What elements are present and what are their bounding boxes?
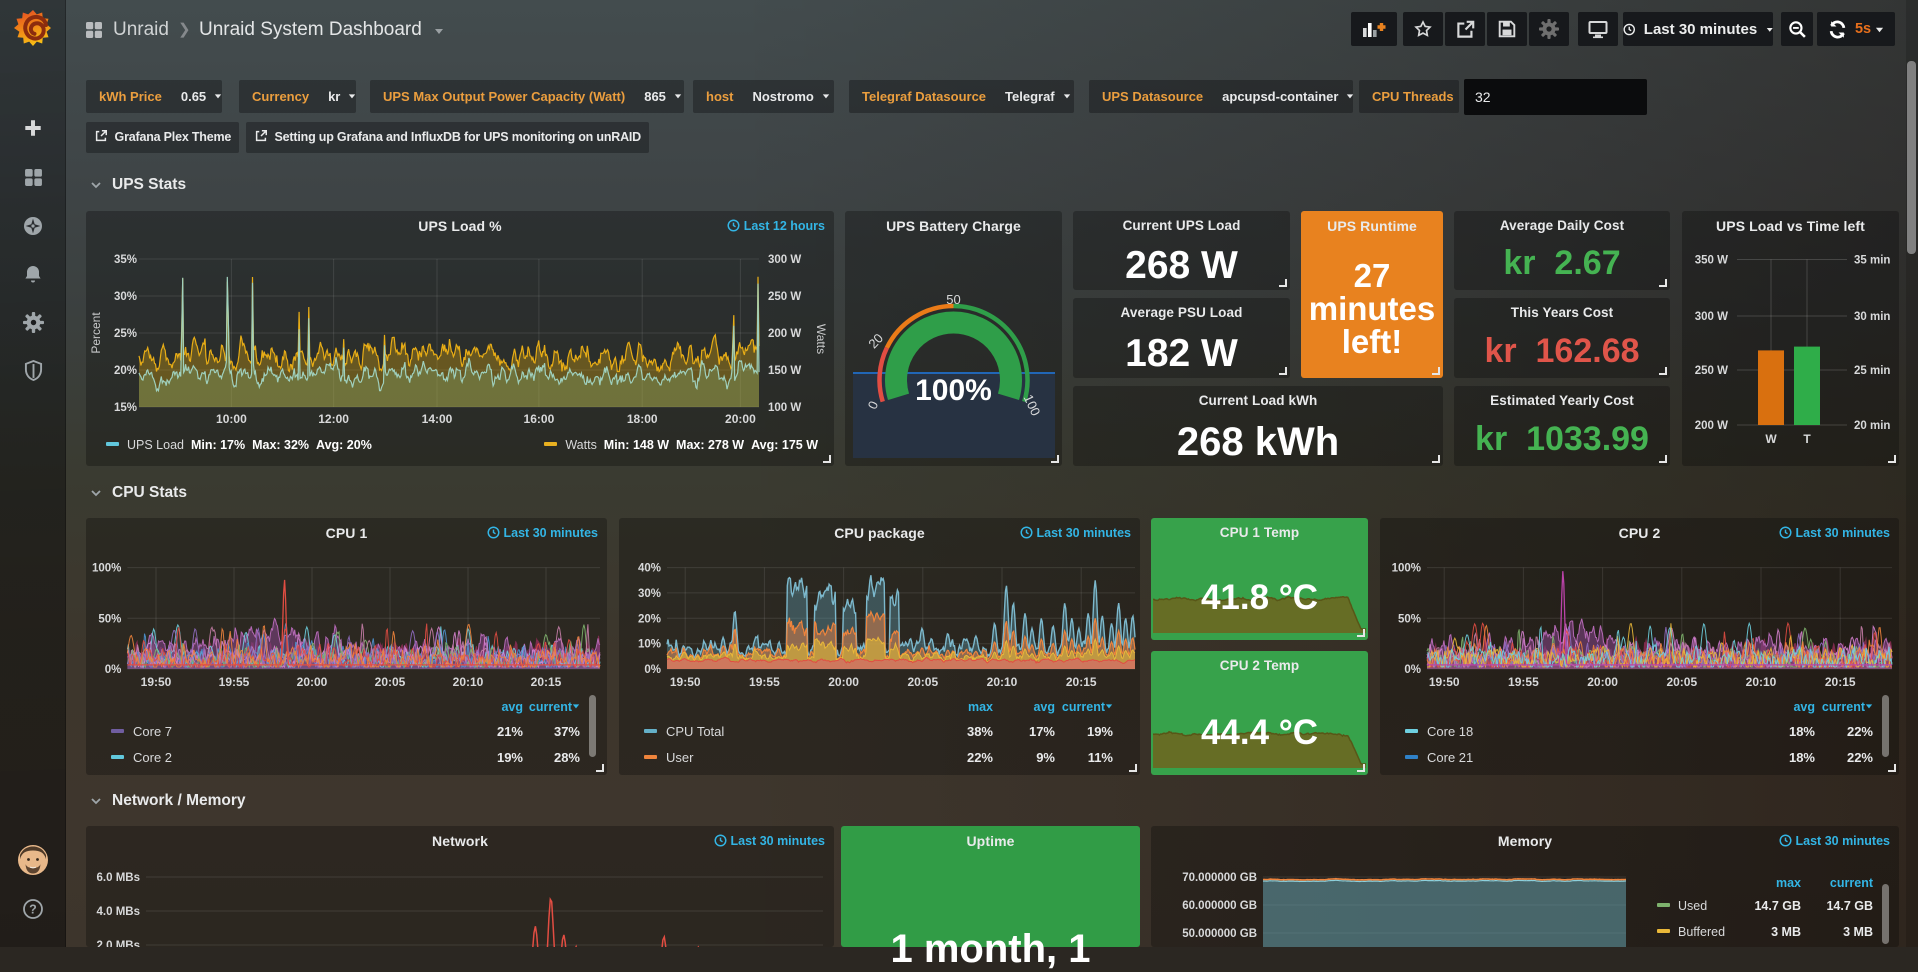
svg-text:15%: 15% bbox=[114, 402, 137, 414]
svg-text:25 min: 25 min bbox=[1854, 365, 1890, 377]
svg-text:150 W: 150 W bbox=[768, 365, 801, 377]
svg-text:30%: 30% bbox=[114, 291, 137, 303]
svg-text:300 W: 300 W bbox=[1695, 311, 1728, 323]
svg-text:18:00: 18:00 bbox=[627, 412, 658, 426]
svg-text:35%: 35% bbox=[114, 254, 137, 266]
svg-text:?: ? bbox=[29, 903, 37, 917]
svg-text:50.000000 GB: 50.000000 GB bbox=[1182, 928, 1257, 940]
svg-text:350 W: 350 W bbox=[1695, 255, 1728, 267]
svg-text:300 W: 300 W bbox=[768, 254, 801, 266]
svg-text:Watts: Watts bbox=[814, 324, 828, 354]
svg-text:2.0 MBs: 2.0 MBs bbox=[97, 940, 140, 947]
svg-text:30 min: 30 min bbox=[1854, 311, 1890, 323]
svg-text:250 W: 250 W bbox=[768, 291, 801, 303]
svg-text:10:00: 10:00 bbox=[216, 412, 247, 426]
svg-text:20 min: 20 min bbox=[1854, 420, 1890, 432]
svg-text:25%: 25% bbox=[114, 328, 137, 340]
svg-text:200 W: 200 W bbox=[768, 328, 801, 340]
svg-text:50: 50 bbox=[946, 292, 960, 307]
svg-text:100 W: 100 W bbox=[768, 402, 801, 414]
svg-text:20:00: 20:00 bbox=[725, 412, 756, 426]
svg-text:12:00: 12:00 bbox=[318, 412, 349, 426]
svg-text:35 min: 35 min bbox=[1854, 255, 1890, 267]
svg-text:60.000000 GB: 60.000000 GB bbox=[1182, 900, 1257, 912]
svg-text:200 W: 200 W bbox=[1695, 420, 1728, 432]
svg-text:4.0 MBs: 4.0 MBs bbox=[97, 906, 140, 918]
svg-text:20%: 20% bbox=[114, 365, 137, 377]
svg-text:16:00: 16:00 bbox=[524, 412, 555, 426]
svg-text:W: W bbox=[1765, 432, 1777, 446]
svg-text:20: 20 bbox=[865, 331, 886, 352]
svg-text:Percent: Percent bbox=[89, 312, 103, 354]
svg-text:250 W: 250 W bbox=[1695, 365, 1728, 377]
svg-text:6.0 MBs: 6.0 MBs bbox=[97, 872, 140, 884]
svg-text:14:00: 14:00 bbox=[422, 412, 453, 426]
svg-text:T: T bbox=[1803, 432, 1811, 446]
svg-text:70.000000 GB: 70.000000 GB bbox=[1182, 872, 1257, 884]
